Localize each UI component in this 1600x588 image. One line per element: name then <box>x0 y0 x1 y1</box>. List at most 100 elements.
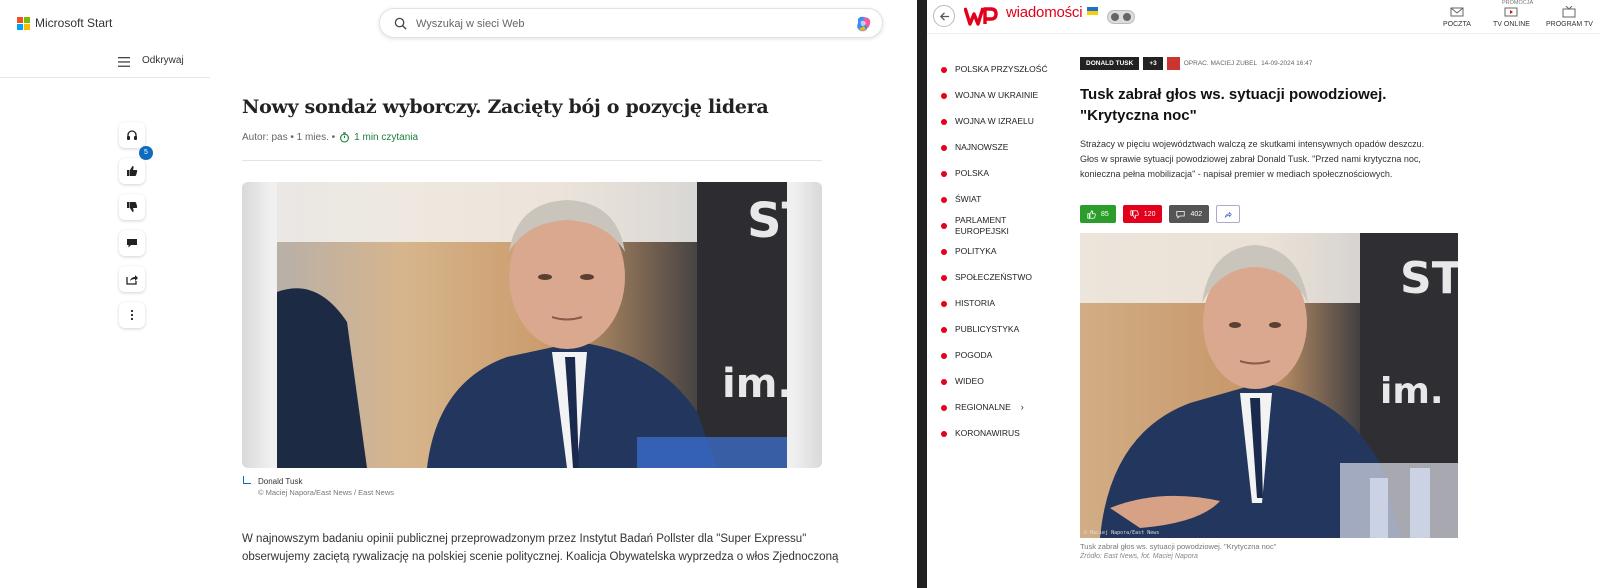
tv-play-icon <box>1504 7 1518 17</box>
article-byline: Autor: pas • 1 mies. • 1 min czytania <box>242 132 418 143</box>
nav-item-najnowsze[interactable]: NAJNOWSZE <box>941 142 1008 153</box>
comments-reaction-button[interactable]: 402 <box>1169 205 1210 223</box>
wp-article-title: Tusk zabrał głos ws. sytuacji powodziowe… <box>1080 86 1387 124</box>
mail-link[interactable]: POCZTA <box>1443 6 1471 28</box>
timer-icon <box>340 132 350 143</box>
nav-label: SPOŁECZEŃSTWO <box>955 272 1032 282</box>
headphones-icon <box>127 130 137 140</box>
search-input[interactable] <box>416 15 816 33</box>
title-divider <box>242 160 822 161</box>
hero-image-frame[interactable]: ST im. <box>242 182 822 468</box>
nav-label: POGODA <box>955 350 993 360</box>
brand-label: Microsoft Start <box>35 16 113 30</box>
share-arrow-icon <box>1224 211 1232 218</box>
thumbs-up-icon <box>127 166 138 176</box>
author-avatar <box>1166 57 1180 70</box>
dislike-button[interactable] <box>119 194 145 220</box>
nav-item-koronawirus[interactable]: KORONAWIRUS <box>941 428 1020 439</box>
discover-label[interactable]: Odkrywaj <box>142 55 184 66</box>
nav-item-publicystyka[interactable]: PUBLICYSTYKA <box>941 324 1019 335</box>
nav-item-pogoda[interactable]: POGODA <box>941 350 992 361</box>
publish-date: 14-09-2024 16:47 <box>1261 60 1313 67</box>
nav-item-wojna-w-izraelu[interactable]: WOJNA W IZRAELU <box>941 116 1034 127</box>
caption-marker <box>243 476 251 484</box>
nav-item-polska-przyszlosc[interactable]: POLSKA PRZYSZŁOŚĆ <box>941 64 1048 75</box>
wp-logo-icon[interactable] <box>964 5 998 27</box>
chevron-right-icon: › <box>1020 402 1024 412</box>
more-tags-badge[interactable]: +3 <box>1143 57 1163 70</box>
nav-label: PARLAMENT EUROPEJSKI <box>955 215 1009 236</box>
read-time: 1 min czytania <box>354 132 419 143</box>
window-divider <box>917 0 927 588</box>
more-options-button[interactable] <box>119 302 145 328</box>
wp-photo-source: Źródło: East News, fot. Maciej Napora <box>1080 553 1198 560</box>
svg-text:ST: ST <box>747 193 787 249</box>
wp-brand-label[interactable]: wiadomości <box>1006 4 1083 21</box>
listen-button[interactable] <box>119 122 145 148</box>
more-vertical-icon <box>130 309 134 321</box>
share-icon <box>126 275 138 285</box>
bullet-dot <box>941 326 947 333</box>
comment-icon <box>127 239 137 248</box>
nav-label: HISTORIA <box>955 298 995 308</box>
nav-item-polityka[interactable]: POLITYKA <box>941 246 997 257</box>
microsoft-start-logo[interactable]: Microsoft Start <box>17 16 112 30</box>
like-button[interactable]: 5 <box>119 146 153 184</box>
bullet-dot <box>941 248 947 255</box>
bullet-dot <box>941 404 947 411</box>
wp-hero-photo[interactable]: ST im. <box>1080 233 1458 538</box>
bullet-dot <box>941 92 947 99</box>
bullet-dot <box>941 118 947 125</box>
article-body-paragraph: W najnowszym badaniu opinii publicznej p… <box>242 533 839 563</box>
hero-photo: ST im. <box>277 182 787 468</box>
nav-item-regionalne[interactable]: REGIONALNE › <box>941 402 1024 413</box>
thumbs-down-icon <box>127 202 138 212</box>
discover-nav[interactable]: Odkrywaj <box>0 48 210 78</box>
dislike-reaction-button[interactable]: 120 <box>1122 205 1163 223</box>
microsoft-logo-icon <box>17 16 30 30</box>
wp-article-lead: Strażacy w pięciu województwach walczą z… <box>1080 139 1425 179</box>
wp-photo-caption: Tusk zabrał głos ws. sytuacji powodziowe… <box>1080 542 1277 551</box>
article-meta: DONALD TUSK +3 OPRAC. MACIEJ ZUBEL 14-09… <box>1080 57 1312 70</box>
bullet-dot <box>941 352 947 359</box>
nav-label: ŚWIAT <box>955 194 982 204</box>
copilot-icon[interactable] <box>854 14 874 34</box>
author-name[interactable]: OPRAC. MACIEJ ZUBEL <box>1184 60 1257 67</box>
tv-icon <box>1562 6 1576 18</box>
reaction-bar: 85 120 402 <box>1080 205 1241 223</box>
svg-text:im.: im. <box>1380 371 1444 412</box>
like-count-badge: 5 <box>139 146 153 160</box>
svg-text:im.: im. <box>722 361 787 407</box>
msn-header: Microsoft Start <box>0 0 917 44</box>
nav-item-wideo[interactable]: WIDEO <box>941 376 984 387</box>
tv-online-link[interactable]: TV ONLINE <box>1493 6 1530 28</box>
hamburger-menu-icon[interactable] <box>118 57 130 67</box>
program-tv-label: PROGRAM TV <box>1546 21 1593 28</box>
nav-item-polska[interactable]: POLSKA <box>941 168 989 179</box>
nav-label: WOJNA W IZRAELU <box>955 116 1034 126</box>
photo-watermark: © Maciej Napora/East News <box>1084 530 1160 536</box>
like-reaction-button[interactable]: 85 <box>1080 205 1116 223</box>
share-reaction-button[interactable] <box>1216 205 1241 223</box>
dark-mode-toggle[interactable] <box>1107 10 1135 24</box>
comment-count: 402 <box>1190 210 1203 218</box>
bullet-dot <box>941 144 947 151</box>
nav-item-parlament-europejski[interactable]: PARLAMENT EUROPEJSKI <box>941 215 1051 237</box>
svg-text:ST: ST <box>1400 253 1458 304</box>
wp-header: wiadomości PROMOCJA POCZTA TV ONLINE PRO… <box>927 0 1600 34</box>
program-tv-link[interactable]: PROGRAM TV <box>1546 6 1593 28</box>
image-caption: Donald Tusk <box>258 477 303 486</box>
bullet-dot <box>941 170 947 177</box>
nav-item-swiat[interactable]: ŚWIAT <box>941 194 981 205</box>
nav-item-spoleczenstwo[interactable]: SPOŁECZEŃSTWO <box>941 272 1032 283</box>
search-box[interactable] <box>379 8 883 38</box>
share-button[interactable] <box>119 266 145 292</box>
bullet-dot <box>941 430 947 437</box>
nav-item-wojna-w-ukrainie[interactable]: WOJNA W UKRAINIE <box>941 90 1038 101</box>
nav-label: WOJNA W UKRAINIE <box>955 90 1039 100</box>
nav-label: POLSKA PRZYSZŁOŚĆ <box>955 64 1048 74</box>
topic-tag[interactable]: DONALD TUSK <box>1080 57 1140 70</box>
comments-button[interactable] <box>119 230 145 256</box>
nav-item-historia[interactable]: HISTORIA <box>941 298 995 309</box>
back-button[interactable] <box>933 5 955 27</box>
